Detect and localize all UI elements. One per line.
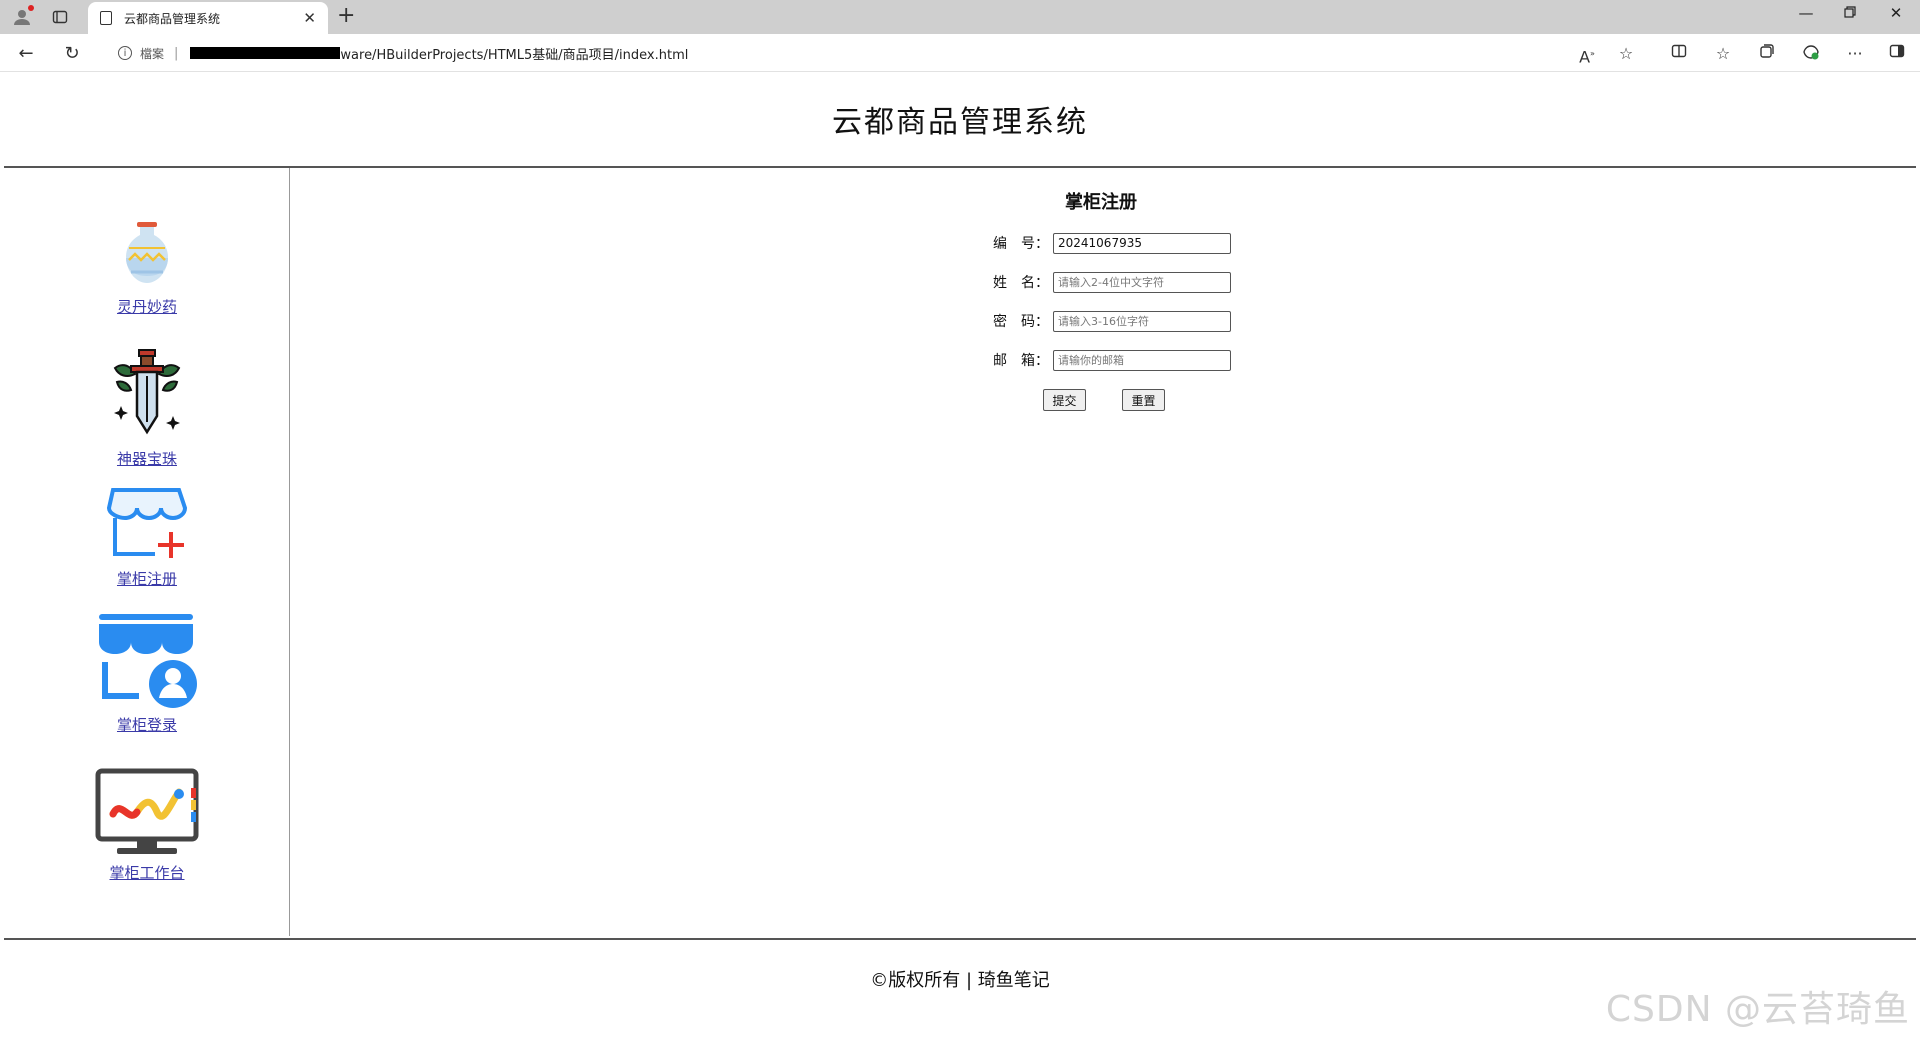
email-label: 邮 箱： <box>993 353 1049 369</box>
content-area: 掌柜注册 编 号： 姓 名： 密 码： 邮 箱： 提交 重置 <box>291 168 1916 936</box>
back-icon[interactable]: ← <box>14 41 38 65</box>
info-icon[interactable]: i <box>118 46 132 60</box>
submit-button[interactable]: 提交 <box>1043 389 1086 411</box>
browser-tab-bar: 云都商品管理系统 ✕ + — ✕ <box>0 0 1920 34</box>
form-row-name: 姓 名： <box>987 271 1231 293</box>
sidebar-link-label[interactable]: 神器宝珠 <box>117 448 177 469</box>
potion-vase-icon <box>126 222 168 283</box>
page-icon <box>100 11 112 25</box>
read-aloud-icon[interactable]: A» <box>1576 43 1598 66</box>
sidebar-item-register[interactable]: 掌柜注册 <box>4 478 290 589</box>
main-area: 灵丹妙药 神器宝珠 掌柜注册 掌柜登录 掌柜工作台 掌柜注册 编 号： 2024… <box>4 168 1916 936</box>
sidebar: 灵丹妙药 神器宝珠 掌柜注册 掌柜登录 掌柜工作台 <box>4 168 290 936</box>
url-separator: | <box>174 45 179 61</box>
tab-title: 云都商品管理系统 <box>124 11 221 26</box>
browser-tab-active[interactable]: 云都商品管理系统 ✕ <box>88 2 328 34</box>
split-screen-icon[interactable] <box>1668 43 1690 65</box>
id-field[interactable] <box>1053 232 1231 254</box>
favorites-icon[interactable]: ☆ <box>1712 43 1734 65</box>
new-tab-icon[interactable]: + <box>337 3 355 28</box>
address-bar-row: ← ↻ i 檔案 | ware/HBuilderProjects/HTML5基础… <box>0 34 1920 72</box>
url-field[interactable]: i 檔案 | ware/HBuilderProjects/HTML5基础/商品项… <box>100 39 1650 67</box>
url-text: ware/HBuilderProjects/HTML5基础/商品项目/index… <box>340 47 689 63</box>
form-row-id: 编 号： <box>987 232 1231 254</box>
sidebar-item-login[interactable]: 掌柜登录 <box>4 612 290 735</box>
sidebar-toggle-icon[interactable] <box>1886 43 1908 65</box>
profile-notification-dot <box>28 5 34 11</box>
name-field[interactable] <box>1053 271 1231 293</box>
sidebar-link-label[interactable]: 掌柜工作台 <box>109 862 184 883</box>
sidebar-link-label[interactable]: 掌柜登录 <box>117 714 177 735</box>
form-title: 掌柜注册 <box>1065 192 1137 213</box>
shop-user-icon <box>99 614 197 708</box>
dashboard-monitor-icon <box>95 768 199 854</box>
sidebar-item-artifacts[interactable]: 神器宝珠 <box>4 346 290 469</box>
collections-icon[interactable] <box>1756 43 1778 65</box>
sidebar-item-workbench[interactable]: 掌柜工作台 <box>4 768 290 883</box>
password-field[interactable] <box>1053 310 1231 332</box>
refresh-icon[interactable]: ↻ <box>60 41 84 65</box>
password-label: 密 码： <box>993 314 1049 330</box>
restore-icon[interactable] <box>1830 4 1870 22</box>
shop-add-icon <box>106 488 188 558</box>
page-title: 云都商品管理系统 <box>832 105 1088 140</box>
close-tab-icon[interactable]: ✕ <box>303 9 316 27</box>
sidebar-item-potions[interactable]: 灵丹妙药 <box>4 220 290 317</box>
form-row-password: 密 码： <box>987 310 1231 332</box>
id-label: 编 号： <box>993 236 1049 252</box>
url-scheme-label: 檔案 <box>140 46 165 61</box>
page-body: 云都商品管理系统 灵丹妙药 神器宝珠 掌柜注册 掌柜登录 掌柜工作台 掌柜注册 … <box>4 72 1916 1038</box>
tab-actions-icon[interactable] <box>48 5 72 29</box>
page-footer: ©版权所有 | 琦鱼笔记 CSDN @云苔琦鱼 <box>4 938 1916 1038</box>
url-redacted <box>190 47 341 59</box>
favorite-star-icon[interactable]: ☆ <box>1615 43 1637 65</box>
watermark-text: CSDN @云苔琦鱼 <box>1605 989 1910 1030</box>
email-field[interactable] <box>1053 349 1231 371</box>
page-header: 云都商品管理系统 <box>4 72 1916 168</box>
browser-essentials-icon[interactable] <box>1800 43 1822 65</box>
sword-icon <box>113 349 181 435</box>
form-row-email: 邮 箱： <box>987 349 1231 371</box>
more-menu-icon[interactable]: ··· <box>1844 43 1866 65</box>
sidebar-link-label[interactable]: 灵丹妙药 <box>117 296 177 317</box>
sidebar-link-label[interactable]: 掌柜注册 <box>117 568 177 589</box>
minimize-icon[interactable]: — <box>1786 4 1826 22</box>
reset-button[interactable]: 重置 <box>1122 389 1165 411</box>
close-window-icon[interactable]: ✕ <box>1876 4 1916 22</box>
name-label: 姓 名： <box>993 275 1049 291</box>
